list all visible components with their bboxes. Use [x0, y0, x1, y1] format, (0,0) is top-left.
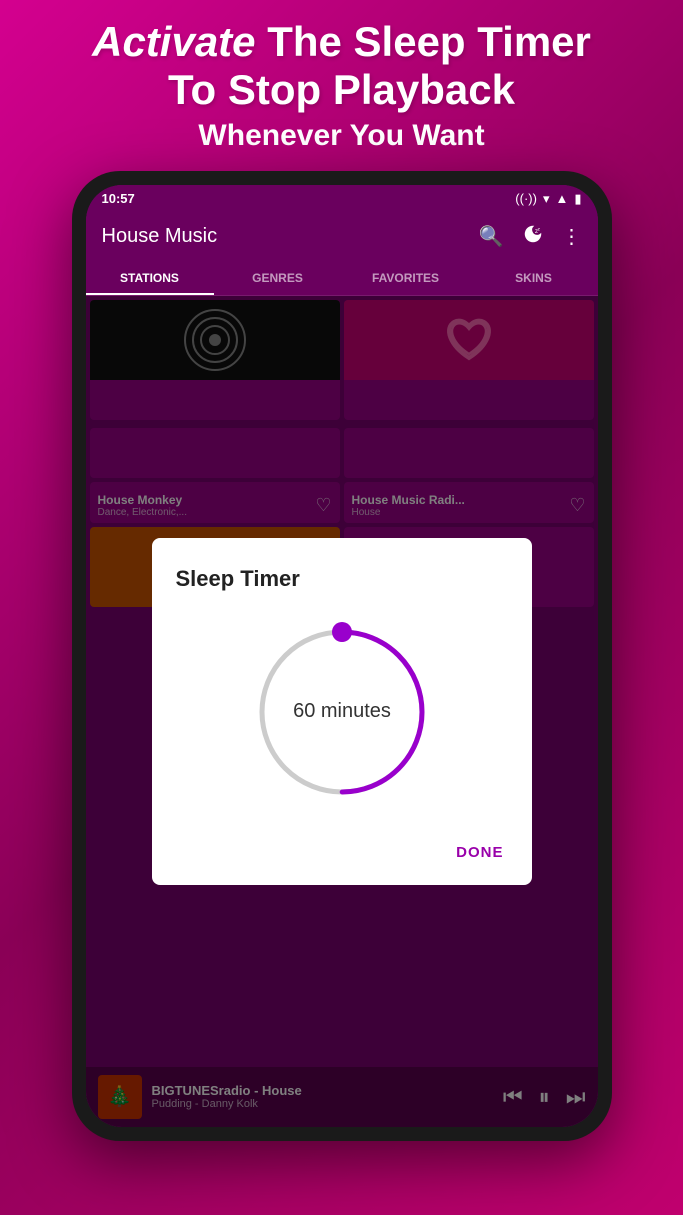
- dialog-title: Sleep Timer: [176, 566, 300, 592]
- tab-stations[interactable]: STATIONS: [86, 261, 214, 295]
- sleep-timer-icon[interactable]: z z: [522, 223, 544, 251]
- battery-icon: ▮: [574, 191, 581, 207]
- sleep-timer-overlay: Sleep Timer 60 minutes: [86, 296, 598, 1127]
- promo-header: Activate The Sleep Timer To Stop Playbac…: [0, 0, 683, 163]
- more-menu-icon[interactable]: ⋮: [562, 224, 582, 249]
- promo-stop-playback: Stop Playback: [228, 66, 515, 113]
- sleep-timer-dialog: Sleep Timer 60 minutes: [152, 538, 532, 885]
- status-time: 10:57: [102, 191, 135, 206]
- header-actions: 🔍 z z ⋮: [479, 223, 582, 251]
- tab-favorites[interactable]: FAVORITES: [342, 261, 470, 295]
- dialog-actions: DONE: [176, 828, 508, 869]
- tab-skins[interactable]: SKINS: [470, 261, 598, 295]
- app-title: House Music: [102, 225, 218, 248]
- promo-subtitle: Whenever You Want: [40, 119, 643, 153]
- svg-text:z: z: [537, 226, 540, 231]
- promo-the-sleep-timer: The Sleep Timer: [267, 18, 591, 65]
- signal-icon: ▲: [555, 191, 568, 206]
- timer-circle-svg[interactable]: 60 minutes: [242, 612, 442, 812]
- promo-title: Activate The Sleep Timer To Stop Playbac…: [40, 18, 643, 115]
- search-icon[interactable]: 🔍: [479, 224, 504, 249]
- radio-icon: ((·)): [515, 191, 537, 206]
- promo-to: To: [168, 66, 228, 113]
- app-header: House Music 🔍 z z ⋮: [86, 213, 598, 261]
- tabs-bar: STATIONS GENRES FAVORITES SKINS: [86, 261, 598, 296]
- timer-minutes-text: 60 minutes: [293, 700, 391, 722]
- promo-activate: Activate: [92, 18, 255, 65]
- wifi-icon: ▾: [543, 191, 550, 207]
- content-area: House Monkey Dance, Electronic,... ♡ Hou…: [86, 296, 598, 1127]
- tab-genres[interactable]: GENRES: [214, 261, 342, 295]
- status-bar: 10:57 ((·)) ▾ ▲ ▮: [86, 185, 598, 213]
- timer-circle-container[interactable]: 60 minutes: [176, 612, 508, 812]
- phone-screen: 10:57 ((·)) ▾ ▲ ▮ House Music 🔍 z z: [86, 185, 598, 1127]
- status-icons: ((·)) ▾ ▲ ▮: [515, 191, 581, 207]
- done-button[interactable]: DONE: [452, 836, 507, 869]
- phone-device: 10:57 ((·)) ▾ ▲ ▮ House Music 🔍 z z: [72, 171, 612, 1141]
